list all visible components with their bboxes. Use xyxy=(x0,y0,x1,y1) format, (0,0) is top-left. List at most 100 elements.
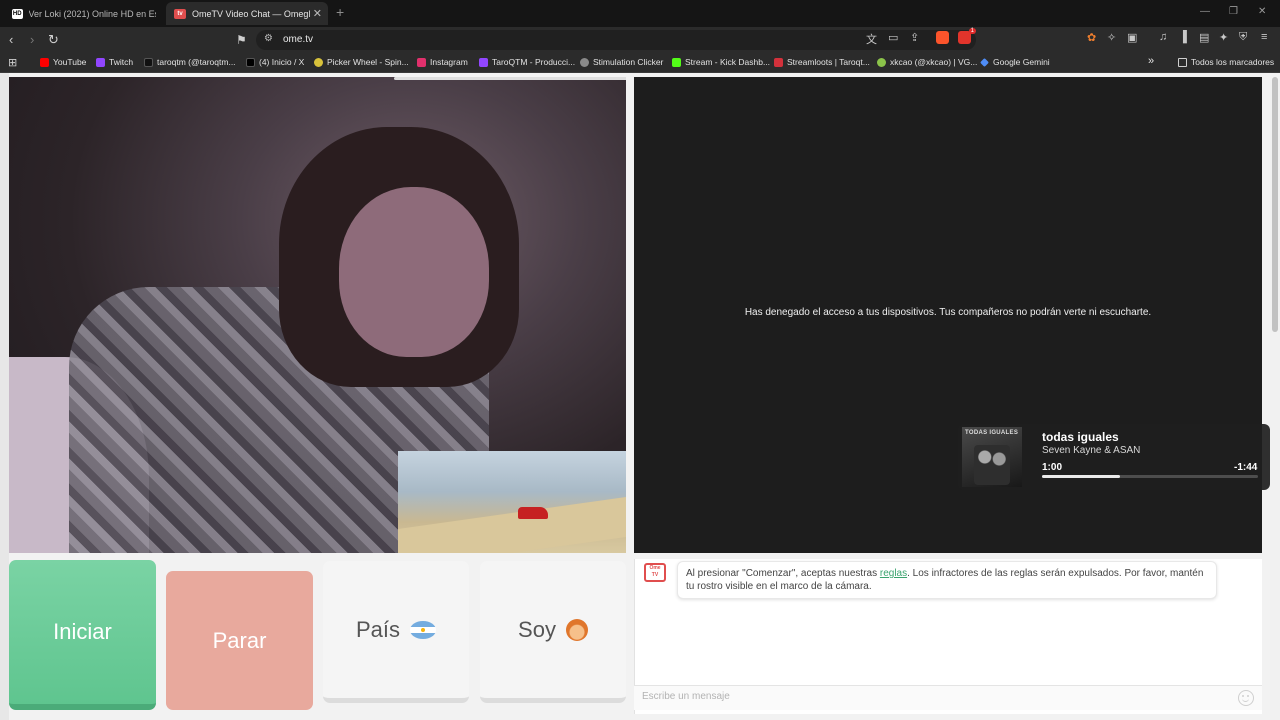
maximize-icon[interactable]: ❐ xyxy=(1229,6,1238,17)
bookmark-x[interactable]: (4) Inicio / X xyxy=(246,57,304,67)
browser-toolbar: ‹ › ↻ ⚑ ⚙ ome.tv 文 ▭ ⇪ 1 ✿ ✧ ▣ ♫ ▐ ▤ ✦ ⛨… xyxy=(0,27,1280,53)
track-title: todas iguales xyxy=(1042,430,1119,444)
video-scene xyxy=(339,187,489,357)
progress-bar[interactable] xyxy=(1042,475,1258,478)
bookmark-label: taroqtm (@taroqtm... xyxy=(157,57,236,67)
page-margin xyxy=(0,73,9,720)
argentina-flag-icon xyxy=(410,620,437,639)
bookmark-label: Streamloots | Taroqt... xyxy=(787,57,870,67)
bookmark-label: (4) Inicio / X xyxy=(259,57,305,67)
elapsed-time: 1:00 xyxy=(1042,462,1063,473)
puzzle-icon[interactable]: ✧ xyxy=(1107,31,1116,44)
progress-fill xyxy=(1042,475,1120,478)
music-icon[interactable]: ♫ xyxy=(1159,31,1167,43)
bookmark-label: TaroQTM - Producci... xyxy=(492,57,576,67)
country-button[interactable]: País xyxy=(323,561,469,703)
bookmark-label: Stimulation Clicker xyxy=(593,57,664,67)
bookmark-tiktok[interactable]: taroqtm (@taroqtm... xyxy=(144,57,236,67)
new-tab-button[interactable]: + xyxy=(336,4,344,20)
translate-icon[interactable]: 文 xyxy=(866,31,877,47)
video-scene xyxy=(518,507,548,519)
bookmark-label: YouTube xyxy=(53,57,87,67)
bookmark-icon[interactable]: ⚑ xyxy=(236,32,247,48)
media-player-overlay: TODAS IGUALES todas iguales Seven Kayne … xyxy=(958,424,1270,490)
site-info-icon[interactable]: ⚙ xyxy=(264,33,273,44)
stop-label: Parar xyxy=(212,627,267,653)
track-artist: Seven Kayne & ASAN xyxy=(1042,445,1141,456)
emoji-icon[interactable] xyxy=(1238,690,1254,706)
tiktok-icon xyxy=(144,57,153,67)
folder-icon xyxy=(1178,57,1187,67)
gender-button[interactable]: Soy xyxy=(480,561,626,703)
page-scrollbar[interactable] xyxy=(1270,73,1280,720)
streamloots-icon xyxy=(774,57,783,67)
start-button[interactable]: Iniciar xyxy=(9,560,156,710)
menu-icon[interactable]: ≡ xyxy=(1261,31,1267,43)
album-cover-text: TODAS IGUALES xyxy=(965,430,1019,436)
bookmark-stimulation-clicker[interactable]: Stimulation Clicker xyxy=(580,57,663,67)
apps-grid-icon[interactable]: ⊞ xyxy=(8,56,17,69)
sidebar-icon[interactable]: ▐ xyxy=(1179,31,1187,43)
bookmark-youtube[interactable]: YouTube xyxy=(40,57,86,67)
reload-icon[interactable]: ↻ xyxy=(48,32,59,48)
leo-ai-icon[interactable]: ✦ xyxy=(1219,31,1228,44)
bookmark-label: Google Gemini xyxy=(993,57,1050,67)
video-scene xyxy=(398,496,626,553)
bookmark-label: xkcao (@xkcao) | VG... xyxy=(890,57,978,67)
vgen-icon xyxy=(877,57,886,67)
bookmark-picker-wheel[interactable]: Picker Wheel - Spin... xyxy=(314,57,409,67)
stop-button[interactable]: Parar xyxy=(166,571,313,710)
back-icon[interactable]: ‹ xyxy=(9,32,13,48)
minimize-icon[interactable]: — xyxy=(1200,6,1210,17)
brave-shields-icon[interactable] xyxy=(936,31,949,44)
scrollbar-thumb[interactable] xyxy=(1272,77,1278,332)
tab-ometv[interactable]: tv OmeTV Video Chat — Omegle F ✕ xyxy=(166,2,328,25)
device-denied-message: Has denegado el acceso a tus dispositivo… xyxy=(744,307,1152,318)
rules-link[interactable]: reglas xyxy=(880,568,907,579)
screenshot-icon[interactable]: ▣ xyxy=(1127,31,1137,44)
share-icon[interactable]: ⇪ xyxy=(910,31,919,44)
chat-input-bar xyxy=(634,685,1262,710)
extension-icon[interactable]: ✿ xyxy=(1087,31,1096,44)
bookmark-xkcao[interactable]: xkcao (@xkcao) | VG... xyxy=(877,57,977,67)
cast-icon[interactable]: ▭ xyxy=(888,31,898,44)
brave-rewards-icon[interactable]: 1 xyxy=(958,28,976,44)
bookmark-taroqtm[interactable]: TaroQTM - Producci... xyxy=(479,57,575,67)
bookmark-streamloots[interactable]: Streamloots | Taroqt... xyxy=(774,57,870,67)
bookmark-twitch[interactable]: Twitch xyxy=(96,57,133,67)
twitch-icon xyxy=(96,57,105,67)
bookmark-gemini[interactable]: Google Gemini xyxy=(980,57,1050,67)
url-text: ome.tv xyxy=(283,34,314,45)
wheel-icon xyxy=(314,57,323,67)
bookmarks-overflow-button[interactable]: » xyxy=(1148,55,1154,67)
wallet-icon[interactable]: ▤ xyxy=(1199,31,1209,44)
forward-icon[interactable]: › xyxy=(30,32,34,48)
album-art xyxy=(974,445,1010,485)
system-message: Al presionar "Comenzar", aceptas nuestra… xyxy=(677,561,1217,599)
hd-favicon-icon: HD xyxy=(12,8,23,19)
bookmark-kick[interactable]: Stream - Kick Dashb... xyxy=(672,57,770,67)
album-cover: TODAS IGUALES xyxy=(962,427,1022,487)
self-video-preview xyxy=(398,451,626,553)
globe-icon xyxy=(580,57,589,67)
ometv-logo-icon: Ome TV xyxy=(644,563,666,582)
close-window-icon[interactable]: ✕ xyxy=(1258,6,1266,17)
tab-title: Ver Loki (2021) Online HD en Españ xyxy=(28,8,156,19)
message-input[interactable] xyxy=(642,691,1222,702)
twitch-icon xyxy=(479,57,488,67)
all-bookmarks-folder[interactable]: Todos los marcadores xyxy=(1178,57,1274,67)
gender-label: Soy xyxy=(518,616,556,642)
tab-title: OmeTV Video Chat — Omegle F xyxy=(192,8,310,19)
youtube-icon xyxy=(40,57,49,67)
ometv-page: Has denegado el acceso a tus dispositivo… xyxy=(0,73,1280,720)
vpn-icon[interactable]: ⛨ xyxy=(1239,31,1247,44)
bookmark-instagram[interactable]: Instagram xyxy=(417,57,468,67)
close-tab-icon[interactable]: ✕ xyxy=(313,7,322,20)
country-label: País xyxy=(355,616,401,642)
bookmark-label: Instagram xyxy=(430,57,468,67)
gemini-icon xyxy=(980,57,989,67)
tab-loki[interactable]: HD Ver Loki (2021) Online HD en Españ xyxy=(4,2,164,25)
bookmark-label: Stream - Kick Dashb... xyxy=(685,57,771,67)
shield-badge: 1 xyxy=(968,28,976,34)
bookmark-label: Todos los marcadores xyxy=(1191,57,1275,67)
